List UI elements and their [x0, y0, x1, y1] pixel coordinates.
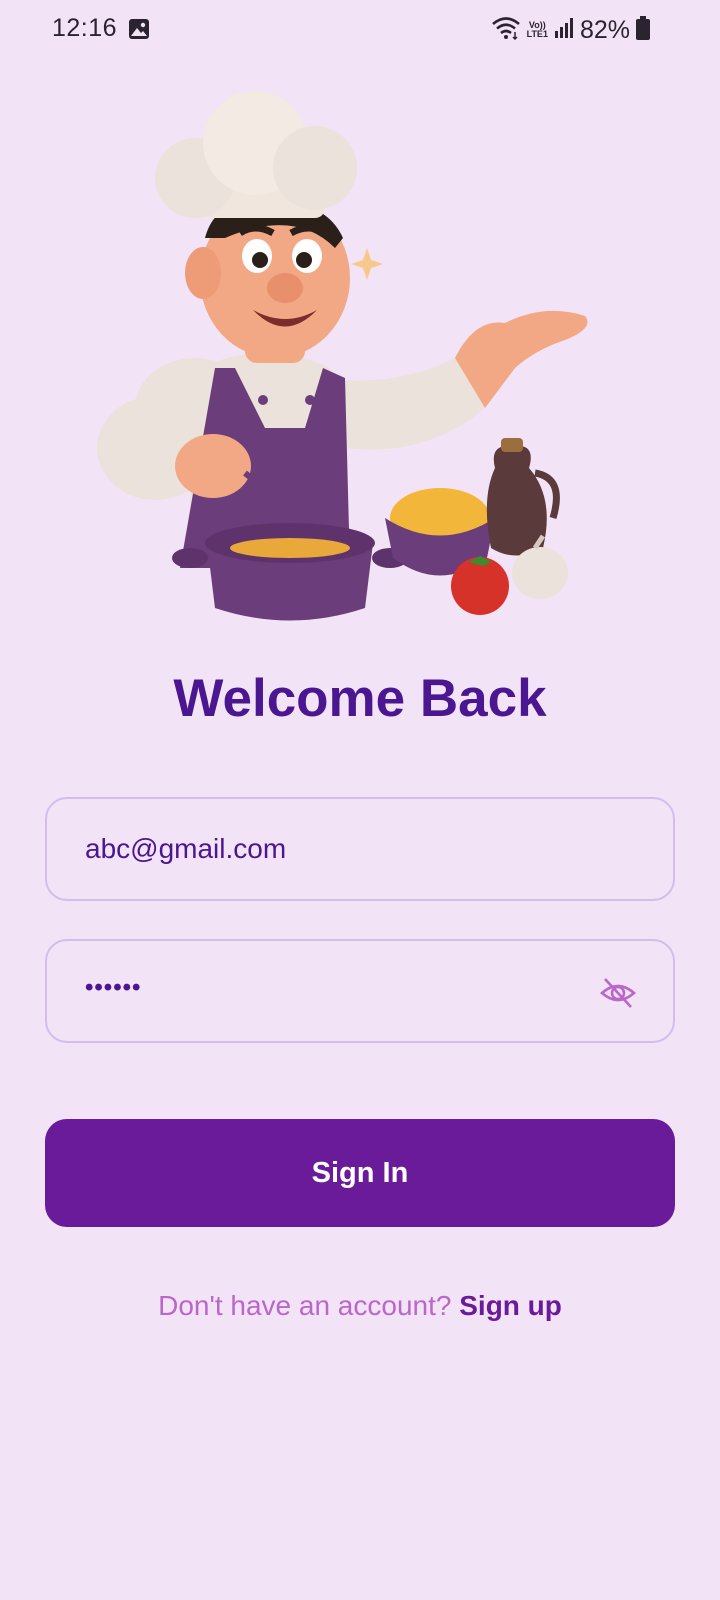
status-icons: Vo)) LTE1 82% [491, 14, 650, 46]
volte-bottom-label: LTE1 [526, 29, 548, 39]
password-field[interactable]: •••••• [45, 939, 675, 1043]
wifi-icon [491, 16, 521, 45]
signup-prompt: Don't have an account? [158, 1290, 452, 1321]
eye-off-icon[interactable] [599, 975, 637, 1011]
sign-in-button[interactable]: Sign In [45, 1119, 675, 1227]
email-value[interactable]: abc@gmail.com [85, 833, 286, 865]
email-field[interactable]: abc@gmail.com [45, 797, 675, 901]
status-time: 12:16 [52, 14, 118, 42]
signup-line: Don't have an account? Sign up [0, 1290, 720, 1322]
login-screen: 12:16 Vo)) LTE1 82% Welcome Back abc@gma… [0, 0, 720, 1600]
page-title: Welcome Back [173, 669, 547, 728]
volte-icon: Vo)) LTE1 [527, 21, 548, 39]
battery-icon [636, 15, 650, 45]
battery-percent: 82% [579, 15, 630, 44]
image-icon [128, 18, 150, 45]
signal-icon [554, 17, 574, 44]
sign-up-link[interactable]: Sign up [459, 1290, 562, 1321]
password-value[interactable]: •••••• [85, 974, 141, 1002]
status-bar: 12:16 Vo)) LTE1 82% [0, 0, 720, 60]
chef-illustration [95, 88, 605, 648]
